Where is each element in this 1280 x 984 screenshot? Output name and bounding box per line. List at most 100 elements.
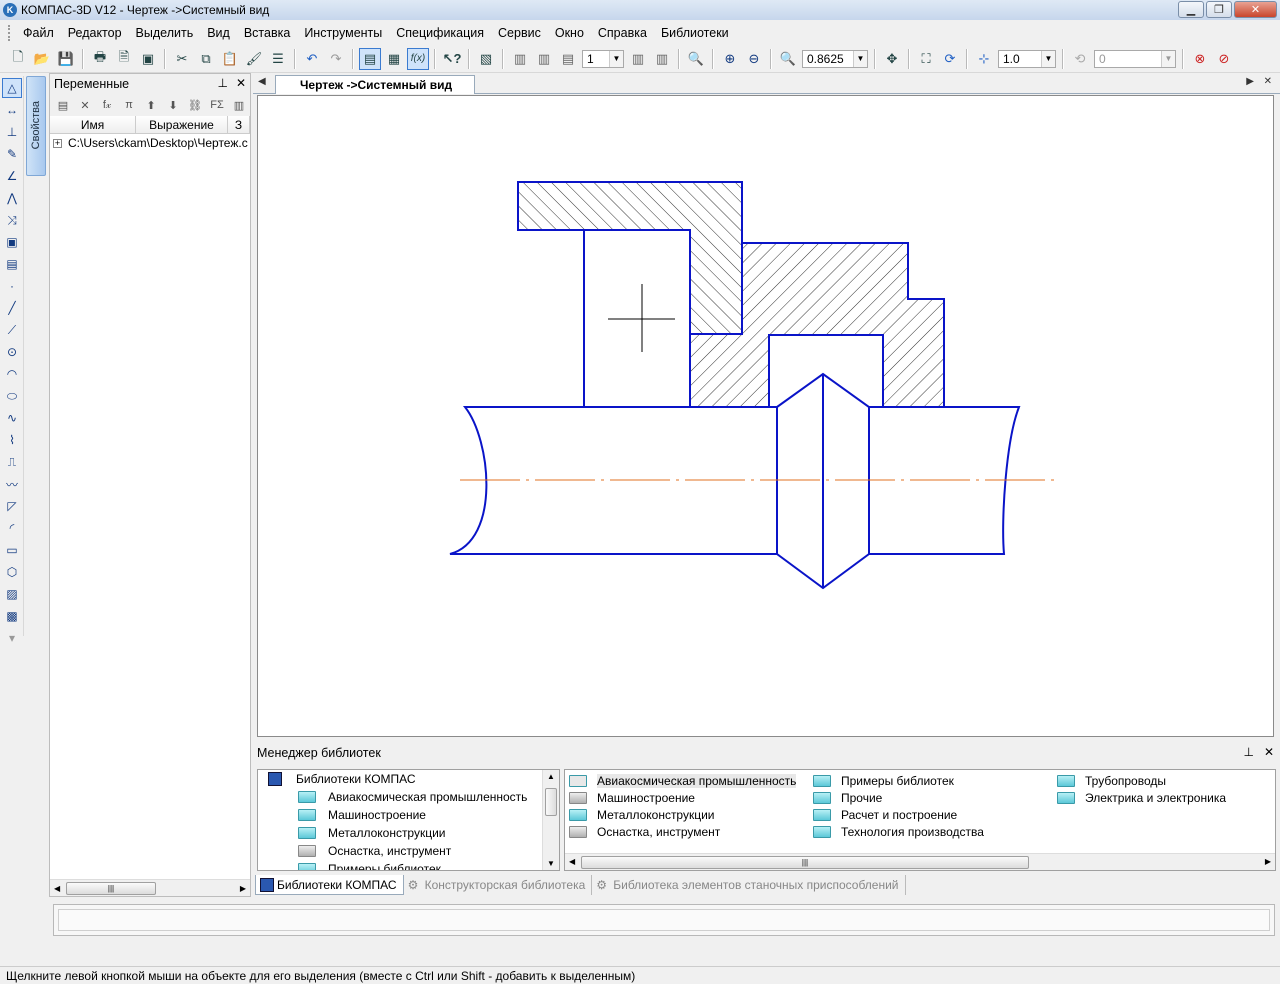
grid-item[interactable]: Примеры библиотек — [809, 772, 954, 789]
column-expression[interactable]: Выражение — [136, 116, 228, 133]
restore-button[interactable]: ❐ — [1206, 1, 1232, 18]
circle-icon[interactable]: ⊙ — [2, 342, 22, 362]
redo-icon[interactable]: ↷ — [325, 48, 347, 70]
manager-panel-icon[interactable]: ▤ — [359, 47, 381, 70]
pi-icon[interactable]: π — [120, 96, 138, 114]
refresh-icon[interactable]: ⟳ — [939, 48, 961, 70]
tree-item[interactable]: Металлоконструкции — [258, 824, 559, 842]
view-select-icon[interactable]: ▤ — [557, 48, 579, 70]
scroll-right-icon[interactable]: ▶ — [240, 884, 246, 893]
auxiliary-line-icon[interactable]: ╱ — [2, 298, 22, 318]
cut-icon[interactable]: ✂ — [171, 48, 193, 70]
properties-icon[interactable]: ☰ — [267, 48, 289, 70]
menu-editor[interactable]: Редактор — [61, 22, 129, 44]
fill-icon[interactable]: ▩ — [2, 606, 22, 626]
snap-step-icon[interactable]: ⊹ — [973, 48, 995, 70]
scroll-thumb[interactable]: ||| — [581, 856, 1029, 869]
move-up-icon[interactable]: ⬆ — [142, 96, 160, 114]
layer-prev-icon[interactable]: ▥ — [627, 48, 649, 70]
rectangle-icon[interactable]: ▭ — [2, 540, 22, 560]
zoom-in-icon[interactable]: ⊕ — [719, 48, 741, 70]
tab-fixture-library[interactable]: ⚙ Библиотека элементов станочных приспос… — [592, 875, 906, 895]
spline-icon[interactable]: ∿ — [2, 408, 22, 428]
tab-kompas-libraries[interactable]: Библиотеки КОМПАС — [255, 875, 404, 895]
zoom-out-icon[interactable]: ⊖ — [743, 48, 765, 70]
tab-prev-icon[interactable]: ◀ — [258, 76, 266, 87]
layer-combo[interactable]: 1 ▼ — [582, 49, 624, 68]
bezier-icon[interactable]: 〰 — [2, 474, 22, 494]
move-down-icon[interactable]: ⬇ — [164, 96, 182, 114]
tab-next-icon[interactable]: ▶ — [1246, 76, 1254, 87]
snap-settings-icon[interactable]: ⊘ — [1213, 48, 1235, 70]
hatch-icon[interactable]: ▨ — [2, 584, 22, 604]
table-icon[interactable]: ▥ — [230, 96, 248, 114]
ellipse-icon[interactable]: ⬭ — [2, 386, 22, 406]
arc-icon[interactable]: ◠ — [2, 364, 22, 384]
menu-specification[interactable]: Спецификация — [389, 22, 491, 44]
drawing-svg[interactable] — [258, 96, 1273, 736]
scroll-thumb[interactable]: ||| — [66, 882, 156, 895]
segment-icon[interactable]: ⟋ — [2, 320, 22, 340]
menu-file[interactable]: Файл — [16, 22, 61, 44]
expand-icon[interactable]: + — [53, 138, 62, 148]
paste-icon[interactable]: 📋 — [219, 48, 241, 70]
associative-view-icon[interactable]: ▣ — [2, 232, 22, 252]
drawing-canvas[interactable] — [257, 95, 1274, 737]
preview-icon[interactable]: ▣ — [137, 48, 159, 70]
tab-design-library[interactable]: ⚙ Конструкторская библиотека — [404, 875, 593, 895]
polygon-icon[interactable]: ⬡ — [2, 562, 22, 582]
menu-window[interactable]: Окно — [548, 22, 591, 44]
tree-item[interactable]: Примеры библиотек — [258, 860, 559, 870]
delete-variable-icon[interactable]: ✕ — [76, 96, 94, 114]
grid-item[interactable]: Электрика и электроника — [1053, 789, 1226, 806]
view-layer-icon[interactable]: ▥ — [509, 48, 531, 70]
grid-item[interactable]: Прочие — [809, 789, 882, 806]
grid-item[interactable]: Технология производства — [809, 823, 984, 840]
angle-snap-icon[interactable]: ⟲ — [1069, 48, 1091, 70]
menu-select[interactable]: Выделить — [129, 22, 201, 44]
properties-side-tab[interactable]: Свойства — [26, 76, 46, 176]
scroll-left-icon[interactable]: ◀ — [54, 884, 60, 893]
fillet-icon[interactable]: ◜ — [2, 518, 22, 538]
column-value[interactable]: З — [228, 116, 250, 133]
variables-row[interactable]: + C:\Users\ckam\Desktop\Чертеж.c — [50, 134, 250, 152]
copy-icon[interactable]: ⧉ — [195, 48, 217, 70]
close-button[interactable]: ✕ — [1234, 1, 1277, 18]
grid-item[interactable]: Авиакосмическая промышленность — [565, 772, 797, 789]
undo-icon[interactable]: ↶ — [301, 48, 323, 70]
grid-item[interactable]: Машиностроение — [565, 789, 695, 806]
zoom-window-icon[interactable]: 🔍 — [685, 48, 707, 70]
more-tools-icon[interactable]: ▾ — [2, 628, 22, 648]
print-icon[interactable]: 🖶 — [89, 48, 111, 70]
save-icon[interactable]: 💾 — [55, 48, 77, 70]
tree-vscrollbar[interactable]: ▲ ▼ — [542, 770, 559, 870]
new-document-icon[interactable]: 🗋 — [7, 48, 29, 70]
edit-icon[interactable]: ✎ — [2, 144, 22, 164]
view-manager-icon[interactable]: ▥ — [533, 48, 555, 70]
hatched-cap-section[interactable] — [517, 181, 743, 335]
variables-fx-icon[interactable]: f(x) — [407, 47, 429, 70]
measure-icon[interactable]: ⋀ — [2, 188, 22, 208]
format-brush-icon[interactable]: 🖌 — [243, 48, 265, 70]
print-preview-icon[interactable]: 🗎 — [113, 48, 135, 70]
contour-icon[interactable]: ⎍ — [2, 452, 22, 472]
snap-magnet-icon[interactable]: ⊗ — [1189, 48, 1211, 70]
zoom-scale-icon[interactable]: 🔍 — [777, 48, 799, 70]
add-variable-icon[interactable]: ▤ — [54, 96, 72, 114]
pin-icon[interactable]: ⊥ — [217, 76, 227, 90]
pin-icon[interactable]: ⊥ — [1243, 745, 1253, 759]
tree-item[interactable]: Оснастка, инструмент — [258, 842, 559, 860]
function-icon[interactable]: f𝓍 — [98, 96, 116, 114]
help-pointer-icon[interactable]: ↖? — [441, 48, 463, 70]
parametrization-icon[interactable]: ∠ — [2, 166, 22, 186]
zoom-combo[interactable]: 0.8625 ▼ — [802, 49, 868, 68]
step-combo[interactable]: 1.0 ▼ — [998, 49, 1056, 68]
designation-icon[interactable]: ⊥ — [2, 122, 22, 142]
scroll-thumb[interactable] — [545, 788, 557, 816]
scroll-left-icon[interactable]: ◀ — [569, 857, 575, 866]
link-icon[interactable]: ⛓ — [186, 96, 204, 114]
menu-view[interactable]: Вид — [200, 22, 237, 44]
open-icon[interactable]: 📂 — [31, 48, 53, 70]
variables-hscrollbar[interactable]: ◀ ||| ▶ — [50, 879, 250, 896]
layer-next-icon[interactable]: ▥ — [651, 48, 673, 70]
